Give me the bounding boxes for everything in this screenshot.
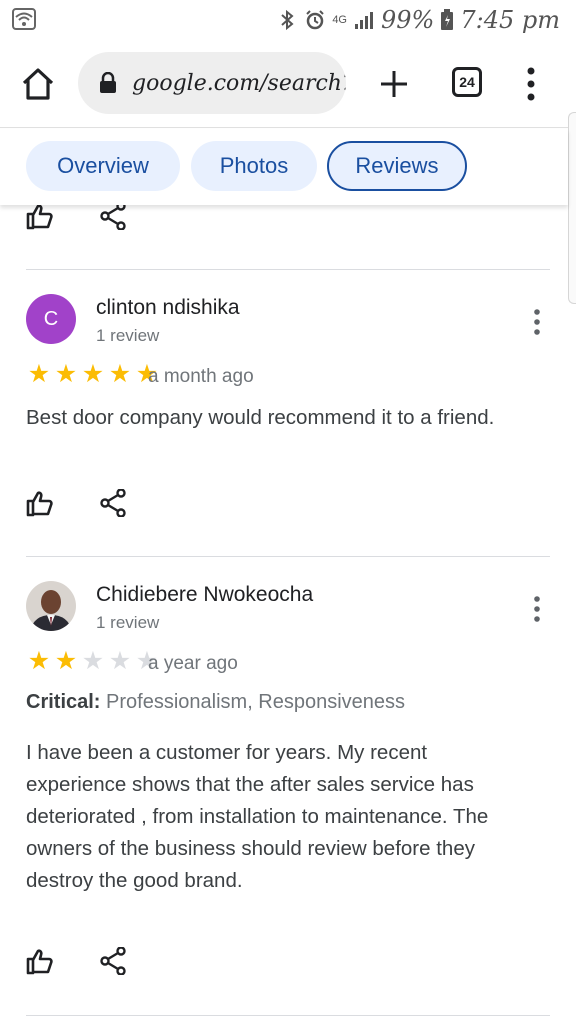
review-actions [26, 202, 136, 232]
url-text: google.com/search?q [132, 70, 346, 96]
scrollbar-handle[interactable] [568, 112, 576, 304]
share-icon[interactable] [100, 947, 126, 975]
divider [26, 269, 550, 270]
star-icon: ★ [81, 647, 105, 675]
network-type: 4G [332, 14, 347, 26]
like-icon[interactable] [26, 947, 54, 975]
tab-photos[interactable]: Photos [191, 141, 317, 191]
tab-switcher-button[interactable]: 24 [452, 67, 482, 97]
critical-attributes: Critical: Professionalism, Responsivenes… [26, 691, 405, 714]
star-icon: ★ [108, 647, 132, 675]
star-icon: ★ [81, 360, 105, 388]
divider [26, 1015, 550, 1016]
review-date: a year ago [148, 653, 238, 674]
status-indicators: 4G 99% 7:45 pm [276, 4, 560, 36]
tab-overview-label: Overview [57, 153, 149, 178]
review-date: a month ago [148, 366, 254, 387]
avatar[interactable] [26, 581, 76, 631]
overflow-menu-icon[interactable] [522, 66, 540, 102]
address-bar[interactable]: google.com/search?q [78, 52, 346, 114]
like-icon[interactable] [26, 489, 54, 517]
review-actions [26, 947, 136, 977]
avatar-photo [26, 581, 76, 631]
lock-icon [100, 72, 116, 93]
section-tabs: Overview Photos Reviews [0, 129, 568, 205]
status-bar: 4G 99% 7:45 pm [0, 0, 576, 40]
new-tab-icon[interactable] [378, 68, 410, 100]
star-icon: ★ [27, 647, 51, 675]
tab-overview[interactable]: Overview [26, 141, 180, 191]
star-icon: ★ [54, 360, 78, 388]
star-icon: ★ [54, 647, 78, 675]
more-options-icon[interactable] [532, 308, 542, 336]
reviewer-name[interactable]: Chidiebere Nwokeocha [96, 583, 313, 607]
star-icon: ★ [27, 360, 51, 388]
more-options-icon[interactable] [532, 595, 542, 623]
clock: 7:45 pm [460, 6, 560, 34]
battery-icon [441, 9, 454, 30]
critical-label: Critical: [26, 691, 101, 713]
battery-percent: 99% [381, 6, 435, 34]
star-icon: ★ [108, 360, 132, 388]
browser-toolbar: google.com/search?q 24 [0, 40, 576, 128]
review-text: I have been a customer for years. My rec… [26, 741, 489, 892]
home-icon[interactable] [20, 66, 56, 102]
star-rating: ★ ★ ★ ★ ★ [26, 649, 160, 674]
divider [26, 556, 550, 557]
avatar[interactable]: C [26, 294, 76, 344]
tab-reviews-label: Reviews [355, 153, 439, 178]
share-icon[interactable] [100, 489, 126, 517]
star-rating: ★ ★ ★ ★ ★ [26, 362, 160, 387]
tab-count: 24 [459, 74, 475, 90]
review-count: 1 review [96, 326, 160, 345]
review-text: Best door company would recommend it to … [26, 406, 495, 429]
share-icon[interactable] [100, 202, 126, 230]
critical-value: Professionalism, Responsiveness [106, 691, 406, 713]
tab-reviews[interactable]: Reviews [327, 141, 467, 191]
alarm-icon [306, 10, 325, 30]
wifi-icon [12, 8, 36, 30]
avatar-letter: C [43, 307, 59, 330]
like-icon[interactable] [26, 202, 54, 230]
signal-icon [355, 12, 373, 29]
bluetooth-icon [281, 9, 294, 31]
tab-photos-label: Photos [219, 153, 289, 178]
reviewer-name[interactable]: clinton ndishika [96, 296, 240, 320]
review-actions [26, 489, 136, 519]
review-count: 1 review [96, 613, 160, 632]
